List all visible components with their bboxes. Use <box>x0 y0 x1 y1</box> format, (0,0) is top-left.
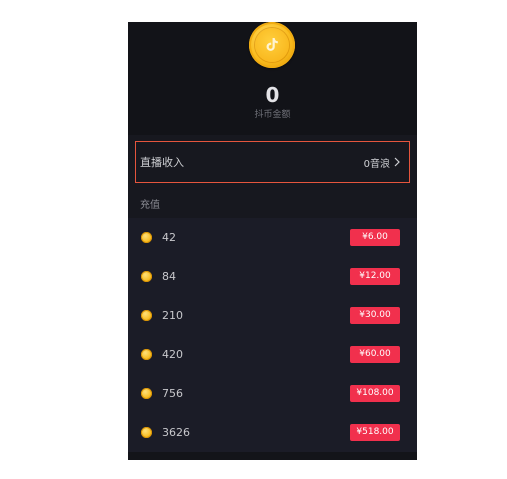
live-income-value: 0音浪 <box>363 158 390 170</box>
price-button[interactable]: ¥30.00 <box>350 307 400 324</box>
recharge-option[interactable]: 3626 ¥518.00 <box>128 413 417 452</box>
price-button[interactable]: ¥6.00 <box>350 229 400 246</box>
recharge-option[interactable]: 210 ¥30.00 <box>128 296 417 335</box>
recharge-option[interactable]: 42 ¥6.00 <box>128 218 417 257</box>
price-button[interactable]: ¥60.00 <box>350 346 400 363</box>
wallet-screen: 0 抖币金额 直播收入 0音浪 充值 42 ¥6.00 84 ¥12.00 21… <box>128 22 417 460</box>
chevron-right-icon <box>394 157 400 167</box>
coin-amount: 3626 <box>162 426 190 439</box>
coin-icon <box>141 271 152 282</box>
tiktok-coin-icon <box>249 22 295 68</box>
live-income-value-group: 0音浪 <box>364 155 401 170</box>
coin-amount: 42 <box>162 231 176 244</box>
coin-amount: 84 <box>162 270 176 283</box>
coin-icon <box>141 349 152 360</box>
recharge-option[interactable]: 84 ¥12.00 <box>128 257 417 296</box>
balance-label: 抖币金额 <box>254 110 291 120</box>
price-button[interactable]: ¥12.00 <box>350 268 400 285</box>
live-income-row[interactable]: 直播收入 0音浪 <box>135 141 410 183</box>
recharge-list: 42 ¥6.00 84 ¥12.00 210 ¥30.00 420 ¥60.00… <box>128 218 417 452</box>
recharge-section-label: 充值 <box>140 200 160 211</box>
balance-amount: 0 <box>265 83 280 107</box>
price-button[interactable]: ¥518.00 <box>350 424 400 441</box>
coin-icon <box>141 427 152 438</box>
coin-icon <box>141 232 152 243</box>
coin-icon <box>141 388 152 399</box>
live-income-label: 直播收入 <box>140 156 184 169</box>
coin-icon <box>141 310 152 321</box>
balance-header: 0 抖币金额 <box>128 22 417 135</box>
recharge-option[interactable]: 420 ¥60.00 <box>128 335 417 374</box>
price-button[interactable]: ¥108.00 <box>350 385 400 402</box>
coin-amount: 420 <box>162 348 183 361</box>
coin-amount: 210 <box>162 309 183 322</box>
coin-amount: 756 <box>162 387 183 400</box>
recharge-option[interactable]: 756 ¥108.00 <box>128 374 417 413</box>
